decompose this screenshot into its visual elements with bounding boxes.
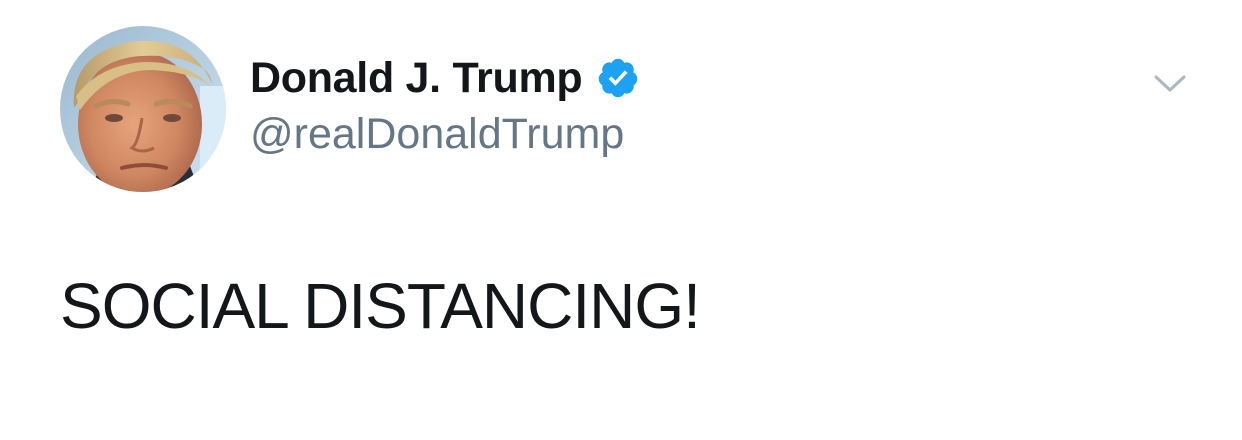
verified-badge-icon bbox=[596, 56, 640, 100]
tweet-menu-button[interactable] bbox=[1148, 62, 1192, 106]
author-name-row: Donald J. Trump bbox=[250, 52, 640, 104]
chevron-down-icon bbox=[1154, 75, 1186, 92]
display-name[interactable]: Donald J. Trump bbox=[250, 54, 583, 103]
profile-photo bbox=[60, 26, 226, 192]
avatar[interactable] bbox=[60, 26, 226, 192]
tweet-card: Donald J. Trump @realDonaldTrump SOCIAL … bbox=[0, 0, 1242, 440]
tweet-text: SOCIAL DISTANCING! bbox=[60, 270, 701, 342]
user-handle[interactable]: @realDonaldTrump bbox=[250, 110, 624, 159]
